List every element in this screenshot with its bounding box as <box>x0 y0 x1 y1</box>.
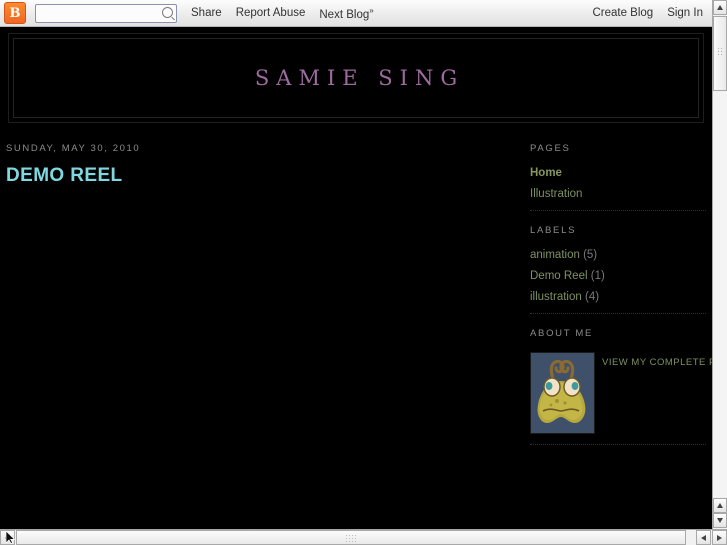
post-body <box>6 187 520 487</box>
navbar-link-next-blog[interactable]: Next Blog» <box>319 5 374 21</box>
widget-about-me-title: ABOUT ME <box>530 328 594 339</box>
vertical-scrollbar[interactable] <box>712 0 727 529</box>
sidebar-divider-2 <box>530 313 706 314</box>
scroll-up-button[interactable] <box>713 0 727 15</box>
navbar-search <box>35 3 177 23</box>
navbar-link-create-blog[interactable]: Create Blog <box>592 7 653 19</box>
sidebar-item-illustration[interactable]: Illustration <box>530 188 706 200</box>
sidebar: PAGES Home Illustration LABELS animation… <box>520 143 712 487</box>
navbar-right-group: Create Blog Sign In <box>578 7 727 19</box>
profile-block: VIEW MY COMPLETE PRO <box>530 352 712 434</box>
label-count-animation: (5) <box>583 249 598 261</box>
scroll-up-button-bottom[interactable] <box>713 498 727 513</box>
widget-pages-title: PAGES <box>530 143 571 154</box>
widget-about-me: ABOUT ME VIEW MY COMPLETE <box>530 328 712 434</box>
label-row: illustration (4) <box>530 291 706 303</box>
view-complete-profile-link[interactable]: VIEW MY COMPLETE PRO <box>602 357 712 368</box>
widget-labels-title: LABELS <box>530 225 577 236</box>
scrollbar-grip <box>716 47 724 56</box>
post-title[interactable]: DEMO REEL <box>6 165 520 187</box>
scroll-down-arrow-icon <box>717 518 723 523</box>
blogger-logo-letter: B <box>9 5 21 21</box>
sidebar-divider-1 <box>530 210 706 211</box>
label-row: animation (5) <box>530 249 706 261</box>
navbar-link-report-abuse[interactable]: Report Abuse <box>236 7 306 19</box>
content-area: SUNDAY, MAY 30, 2010 DEMO REEL PAGES Hom… <box>0 143 712 487</box>
scroll-down-button[interactable] <box>713 513 727 528</box>
scroll-up-arrow-icon <box>717 503 723 508</box>
label-count-demo-reel: (1) <box>590 270 605 282</box>
scroll-up-arrow-icon <box>717 5 723 10</box>
blog-header: SAMIE SING <box>8 33 704 123</box>
mouse-cursor-icon <box>6 531 16 544</box>
sidebar-divider-3 <box>530 444 706 445</box>
main-column: SUNDAY, MAY 30, 2010 DEMO REEL <box>0 143 520 487</box>
vertical-scrollbar-track[interactable] <box>713 92 727 497</box>
scroll-left-button-right[interactable] <box>696 530 711 545</box>
sidebar-item-home[interactable]: Home <box>530 167 706 179</box>
label-link-demo-reel[interactable]: Demo Reel <box>530 270 588 282</box>
scrollbar-grip <box>344 533 358 542</box>
scroll-right-arrow-icon <box>717 534 722 541</box>
navbar-link-next-blog-label: Next Blog <box>319 8 370 21</box>
vertical-scrollbar-thumb[interactable] <box>713 16 727 91</box>
post-date: SUNDAY, MAY 30, 2010 <box>6 143 141 154</box>
horizontal-scrollbar-thumb[interactable] <box>16 530 686 545</box>
label-count-illustration: (4) <box>584 291 600 303</box>
blogger-navbar: B Share Report Abuse Next Blog» Create B… <box>0 0 727 27</box>
blog-page: SAMIE SING SUNDAY, MAY 30, 2010 DEMO REE… <box>0 27 712 529</box>
scroll-right-button[interactable] <box>712 530 727 545</box>
blogger-logo-icon[interactable]: B <box>4 2 26 24</box>
label-link-animation[interactable]: animation <box>530 249 580 261</box>
navbar-link-share[interactable]: Share <box>191 7 222 19</box>
label-link-illustration[interactable]: illustration <box>530 291 582 303</box>
widget-labels: LABELS animation (5) Demo Reel (1) illus… <box>530 225 706 303</box>
blog-header-inner: SAMIE SING <box>13 38 699 118</box>
navbar-link-sign-in[interactable]: Sign In <box>667 7 703 19</box>
avatar[interactable] <box>530 352 595 434</box>
widget-pages: PAGES Home Illustration <box>530 143 706 200</box>
horizontal-scrollbar[interactable] <box>0 529 727 545</box>
blog-title[interactable]: SAMIE SING <box>248 66 464 90</box>
label-row: Demo Reel (1) <box>530 270 706 282</box>
chevron-double-right-icon: » <box>369 5 374 15</box>
scroll-left-arrow-icon <box>701 534 706 541</box>
search-input[interactable] <box>35 3 177 23</box>
avatar-creature-illustration <box>531 353 592 431</box>
